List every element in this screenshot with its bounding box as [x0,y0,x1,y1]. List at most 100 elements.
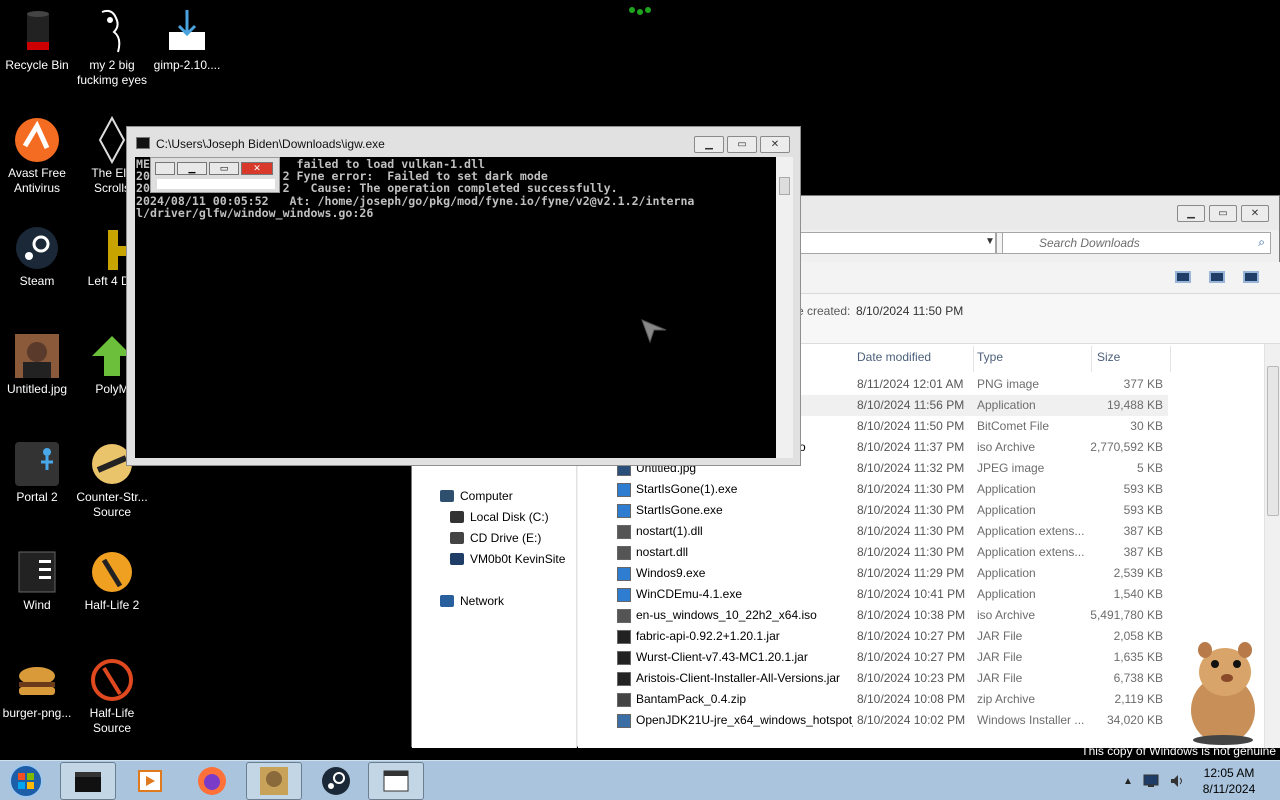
desktop-icon-half-life-source[interactable]: Half-Life Source [73,656,151,736]
search-icon[interactable]: ⌕ [1258,235,1265,250]
file-row[interactable]: WinCDEmu-4.1.exe 8/10/2024 10:41 PM Applic… [578,584,1168,605]
file-name-cell: WinCDEmu-4.1.exe [617,584,853,605]
avast-icon [13,116,61,164]
desktop-icon-portal2[interactable]: Portal 2 [0,440,76,505]
file-type-icon [617,524,631,539]
taskbar-console-button[interactable] [368,762,424,800]
network-status-icon[interactable] [1143,774,1159,788]
file-date: 8/10/2024 10:27 PM [857,650,966,664]
file-size: 2,539 KB [1113,566,1163,580]
file-type: PNG image [977,377,1040,391]
file-row[interactable]: fabric-api-0.92.2+1.20.1.jar 8/10/2024 10… [578,626,1168,647]
file-name: BantamPack_0.4.zip [636,692,747,706]
column-separator[interactable] [973,346,974,372]
file-row[interactable]: StartIsGone.exe 8/10/2024 11:30 PM Applica… [578,500,1168,521]
file-list-scrollbar[interactable] [1264,344,1280,748]
file-row[interactable]: Aristois-Client-Installer-All-Versions.j… [578,668,1168,689]
file-size: 2,119 KB [1114,692,1163,706]
desktop-icon-eyes-drawing[interactable]: my 2 big fuckimg eyes [73,8,151,88]
desktop-icon-burger[interactable]: burger-png... [0,656,76,721]
console-app-icon [136,137,150,149]
explorer-minimize-button[interactable]: ▁ [1177,205,1205,222]
nav-item[interactable]: Local Disk (C:) [450,507,549,527]
start-button[interactable] [6,763,46,799]
column-header-type[interactable]: Type [977,350,1003,370]
file-row[interactable]: OpenJDK21U-jre_x64_windows_hotspot_2... 8… [578,710,1168,731]
desktop-icon-gimp-download[interactable]: gimp-2.10.... [148,8,226,73]
column-separator[interactable] [1091,346,1092,372]
console-titlebar[interactable]: C:\Users\Joseph Biden\Downloads\igw.exe … [127,127,800,157]
taskbar-media-player-button[interactable] [122,762,178,800]
change-view-icon[interactable] [1175,271,1191,283]
mini-window-body [157,179,275,189]
file-type: JAR File [977,671,1023,685]
file-date: 8/10/2024 10:27 PM [857,629,966,643]
nav-item[interactable]: VM0b0t KevinSite [450,549,565,569]
mini-maximize-button[interactable]: ▭ [209,162,239,175]
file-name: en-us_windows_10_22h2_x64.iso [636,608,817,622]
column-header-date[interactable]: Date modified [857,350,931,370]
nav-item[interactable]: Computer [440,486,513,506]
cd-drive-icon [450,532,464,544]
photo-thumbnail-icon [13,332,61,380]
file-size: 377 KB [1123,377,1163,391]
show-hidden-icons-icon[interactable]: ▲ [1123,776,1133,787]
desktop-icon-recycle-bin[interactable]: Recycle Bin [0,8,76,73]
file-row[interactable]: StartIsGone(1).exe 8/10/2024 11:30 PM Appl… [578,479,1168,500]
file-size: 6,738 KB [1113,671,1163,685]
preview-pane-icon[interactable] [1209,271,1225,283]
desktop-icon-wind[interactable]: Wind [0,548,76,613]
mini-close-button[interactable]: ✕ [241,162,273,175]
taskbar-clock[interactable]: 12:05 AM 8/11/2024 [1186,765,1272,797]
small-app-window[interactable]: ▁ ▭ ✕ [150,157,280,193]
nav-item[interactable]: Network [440,591,504,611]
mini-minimize-button[interactable]: ▁ [177,162,207,175]
desktop-icon-half-life2[interactable]: Half-Life 2 [73,548,151,613]
scrollbar-thumb[interactable] [1267,366,1279,516]
taskbar-steam-button[interactable] [308,762,364,800]
file-type: Application extens... [977,545,1085,559]
column-separator[interactable] [1170,346,1171,372]
desktop-icon-avast[interactable]: Avast Free Antivirus [0,116,76,196]
desktop-icon-untitled-jpg[interactable]: Untitled.jpg [0,332,76,397]
file-type: iso Archive [977,608,1036,622]
genuine-watermark: This copy of Windows is not genuine [1081,744,1276,758]
explorer-close-button[interactable]: ✕ [1241,205,1269,222]
nav-item-label: Network [460,594,505,608]
column-header-size[interactable]: Size [1097,350,1120,370]
console-maximize-button[interactable]: ▭ [727,136,757,153]
file-type: JAR File [977,629,1023,643]
console-minimize-button[interactable]: ▁ [694,136,724,153]
file-name-cell: nostart(1).dll [617,521,853,542]
file-type-icon [617,545,631,560]
file-date: 8/10/2024 11:32 PM [857,461,965,475]
system-tray: ▲ [1123,774,1185,788]
file-row[interactable]: Wurst-Client-v7.43-MC1.20.1.jar 8/10/2024… [578,647,1168,668]
search-input[interactable]: Search Downloads ⌕ [1002,232,1271,254]
file-name-cell: en-us_windows_10_22h2_x64.iso [617,605,853,626]
file-row[interactable]: BantamPack_0.4.zip 8/10/2024 10:08 PM zip … [578,689,1168,710]
file-row[interactable]: nostart(1).dll 8/10/2024 11:30 PM Applicat… [578,521,1168,542]
file-name: fabric-api-0.92.2+1.20.1.jar [636,629,780,643]
file-size: 593 KB [1123,482,1163,496]
file-row[interactable]: nostart.dll 8/10/2024 11:30 PM Application… [578,542,1168,563]
taskbar-explorer-button[interactable] [60,762,116,800]
file-date: 8/11/2024 12:01 AM [857,377,964,391]
console-close-button[interactable]: ✕ [760,136,790,153]
file-row[interactable]: Windos9.exe 8/10/2024 11:29 PM Application… [578,563,1168,584]
file-row[interactable]: en-us_windows_10_22h2_x64.iso 8/10/2024 1… [578,605,1168,626]
explorer-maximize-button[interactable]: ▭ [1209,205,1237,222]
console-scrollbar[interactable] [776,157,793,458]
volume-icon[interactable] [1169,774,1185,788]
file-type: JPEG image [977,461,1045,475]
taskbar-box-game-button[interactable] [246,762,302,800]
scrollbar-thumb[interactable] [779,177,790,195]
file-name-cell: Wurst-Client-v7.43-MC1.20.1.jar [617,647,853,668]
file-date: 8/10/2024 11:56 PM [857,398,965,412]
nav-item[interactable]: CD Drive (E:) [450,528,541,548]
file-date: 8/10/2024 11:30 PM [857,503,965,517]
help-icon[interactable] [1243,271,1259,283]
file-name: Wurst-Client-v7.43-MC1.20.1.jar [636,650,808,664]
desktop-icon-steam[interactable]: Steam [0,224,76,289]
taskbar-firefox-button[interactable] [184,762,240,800]
